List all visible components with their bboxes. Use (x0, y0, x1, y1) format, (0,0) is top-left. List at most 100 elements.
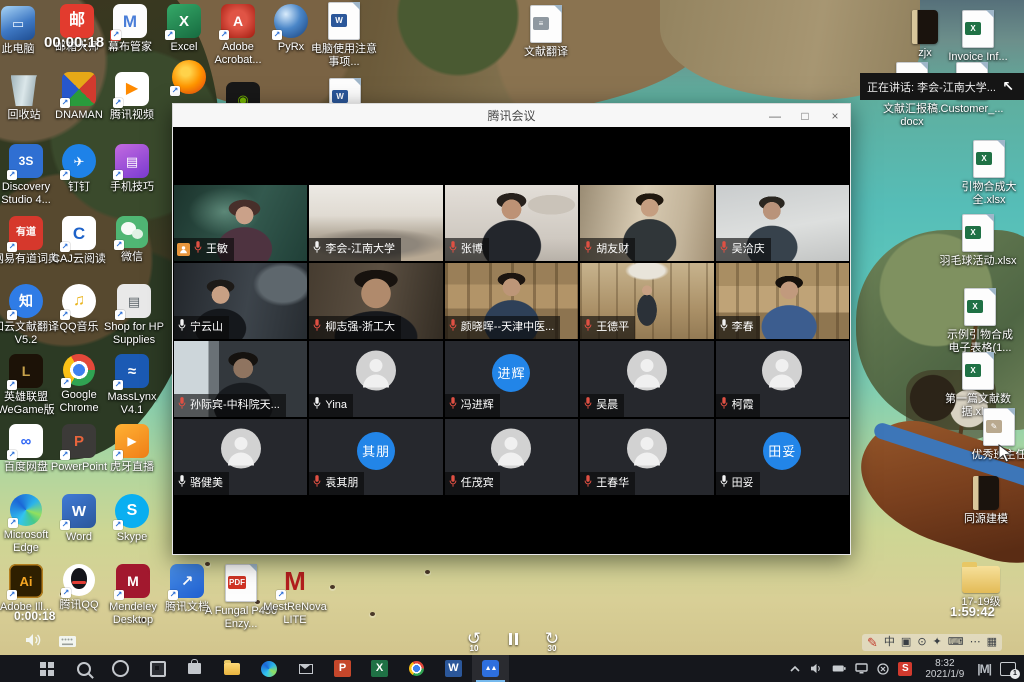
desktop-icon-wenxian-fanyi[interactable]: ≡文献翻译 (503, 5, 589, 59)
desktop-icon-huya-live[interactable]: ▶↗虎牙直播 (89, 424, 175, 474)
participant-tile[interactable]: 李会-江南大学 (309, 185, 442, 261)
close-button[interactable]: × (820, 105, 850, 127)
skin-icon[interactable]: ▦ (987, 635, 997, 650)
participant-tile[interactable]: 吴晨 (580, 341, 713, 417)
soft-keyboard-icon[interactable]: ⌨ (948, 635, 964, 650)
touch-keyboard-icon[interactable] (58, 634, 77, 653)
tencent-meeting-icon: ▲▲ (482, 660, 499, 677)
tray-clock[interactable]: 8:322021/1/9 (921, 658, 968, 680)
participant-tile[interactable]: 柳志强-浙工大 (309, 263, 442, 339)
participant-tile[interactable]: 田妥田妥 (716, 419, 849, 495)
participant-name-chip: 王春华 (580, 472, 635, 495)
participant-tile[interactable]: 王德平 (580, 263, 713, 339)
icon-glyph: ♫ (73, 293, 85, 309)
fullwidth-icon[interactable]: ▣ (901, 635, 911, 650)
desktop-icon-masslynx[interactable]: ≈↗MassLynxV4.1 (89, 354, 175, 417)
mic-muted-icon (583, 396, 593, 415)
taskbar-start-button[interactable] (28, 655, 65, 682)
shortcut-arrow-icon: ↗ (7, 242, 17, 252)
desktop-icon-hp-supplies[interactable]: ▤↗Shop for HPSupplies (91, 284, 177, 347)
desktop-icon-grade-folder[interactable]: 17-19级 (938, 560, 1024, 609)
taskbar-tencent-meeting-button[interactable]: ▲▲ (472, 655, 509, 682)
taskbar-word-button[interactable]: W (435, 655, 472, 682)
taskbar-store-button[interactable] (176, 655, 213, 682)
desktop-icon-tencent-video[interactable]: ▶↗腾讯视频 (89, 72, 175, 122)
page-letter: W (332, 90, 348, 103)
participant-tile[interactable]: 吴洽庆 (716, 185, 849, 261)
page-corner (920, 62, 928, 70)
doc-file-icon: ≡ (530, 5, 562, 43)
shortcut-arrow-icon: ↗ (113, 98, 123, 108)
desktop-icon-usage-notes-doc[interactable]: W电脑使用注意事项... (301, 2, 387, 69)
emoji-icon[interactable]: ⊙ (917, 635, 926, 650)
shortcut-arrow-icon: ↗ (7, 380, 17, 390)
desktop-icon-mestrenova[interactable]: M↗MestReNovaLITE (252, 564, 338, 627)
desktop-icon-label: zjx (918, 47, 931, 60)
volume-indicator-icon[interactable] (24, 632, 44, 653)
participant-tile[interactable]: 李春 (716, 263, 849, 339)
start-icon (40, 662, 54, 676)
desktop-icon-sample-primer-xlsx[interactable]: X示例引物合成电子表格(1... (937, 288, 1023, 355)
minimize-button[interactable]: — (760, 105, 790, 127)
action-center-icon[interactable]: 1 (1000, 662, 1016, 676)
taskbar-file-explorer-button[interactable] (213, 655, 250, 682)
window-titlebar[interactable]: 腾讯会议 — □ × (172, 103, 851, 127)
desktop-icon-wechat[interactable]: ↗微信 (89, 216, 175, 264)
shortcut-arrow-icon: ↗ (61, 588, 71, 598)
participant-tile[interactable]: 宁云山 (174, 263, 307, 339)
participant-tile[interactable]: 骆健美 (174, 419, 307, 495)
participant-tile[interactable]: 王敏 (174, 185, 307, 261)
quick-action-icon[interactable]: ✦ (933, 635, 942, 650)
network-icon[interactable] (855, 663, 868, 674)
taskbar-powerpoint-button[interactable]: P (324, 655, 361, 682)
hp-icon: ▤↗ (117, 284, 151, 318)
desktop-icon-tongyuan-jianmo[interactable]: 同源建模 (943, 476, 1024, 526)
mubu-tray-icon[interactable]: |M| (977, 662, 991, 676)
desktop-icon-label: 微信 (121, 251, 143, 264)
participant-tile[interactable]: 王春华 (580, 419, 713, 495)
tvideo-icon: ▶↗ (115, 72, 149, 106)
participant-name: 田妥 (732, 477, 754, 490)
participant-tile[interactable]: 张博 (445, 185, 578, 261)
taskbar-task-view-button[interactable] (139, 655, 176, 682)
taskbar-edge-button[interactable] (250, 655, 287, 682)
participant-tile[interactable]: 任茂宾 (445, 419, 578, 495)
sogou-input-icon[interactable]: S (898, 662, 912, 676)
close-circle-icon[interactable] (877, 663, 889, 675)
participant-tile[interactable]: 孙际宾-中科院天... (174, 341, 307, 417)
desktop-icon-invoice-xlsx[interactable]: XInvoice Inf... (935, 10, 1021, 64)
participant-tile[interactable]: 进辉冯进辉 (445, 341, 578, 417)
chinese-mode-icon[interactable]: 中 (884, 635, 895, 650)
taskbar-excel-button[interactable]: X (361, 655, 398, 682)
volume-icon[interactable] (810, 663, 823, 674)
handwriting-pen-icon[interactable]: ✎ (867, 635, 878, 650)
ime-toolbar[interactable]: ✎ 中 ▣ ⊙ ✦ ⌨ ⋯ ▦ (862, 634, 1002, 651)
desktop-icon-phone-tips[interactable]: ▤↗手机技巧 (89, 144, 175, 194)
taskbar-chrome-button[interactable] (398, 655, 435, 682)
banner-arrow-icon[interactable]: ↖ (1002, 78, 1014, 95)
taskbar-mail-button[interactable] (287, 655, 324, 682)
taskbar-cortana-button[interactable] (102, 655, 139, 682)
desktop-icon-youxiu-banzhuren[interactable]: ✎优秀班主任 (956, 408, 1024, 462)
participant-tile[interactable]: 胡友财 (580, 185, 713, 261)
rewind-10-button[interactable]: ↺ 10 (462, 630, 486, 652)
participant-name: 吴洽庆 (732, 243, 765, 256)
page-letter: PDF (228, 576, 246, 589)
excel-file-icon: X (973, 140, 1005, 178)
desktop-icon-badminton-xlsx[interactable]: X羽毛球活动.xlsx (935, 214, 1021, 268)
mic-muted-icon (193, 240, 203, 259)
participant-tile[interactable]: 柯霞 (716, 341, 849, 417)
desktop-icon-primer-xlsx[interactable]: X引物合成大全.xlsx (946, 140, 1024, 207)
participant-tile[interactable]: 颜晓晖--天津中医... (445, 263, 578, 339)
chevron-up-icon[interactable] (789, 664, 801, 674)
taskbar-search-button[interactable] (65, 655, 102, 682)
shortcut-arrow-icon: ↗ (219, 30, 229, 40)
participant-tile[interactable]: Yina (309, 341, 442, 417)
more-icon[interactable]: ⋯ (970, 635, 981, 650)
participant-tile[interactable]: 其朋袁其朋 (309, 419, 442, 495)
desktop-icon-skype[interactable]: S↗Skype (89, 494, 175, 544)
battery-icon[interactable] (832, 664, 846, 673)
maximize-button[interactable]: □ (790, 105, 820, 127)
forward-30-button[interactable]: ↻ 30 (540, 630, 564, 652)
pause-button[interactable] (501, 630, 525, 652)
